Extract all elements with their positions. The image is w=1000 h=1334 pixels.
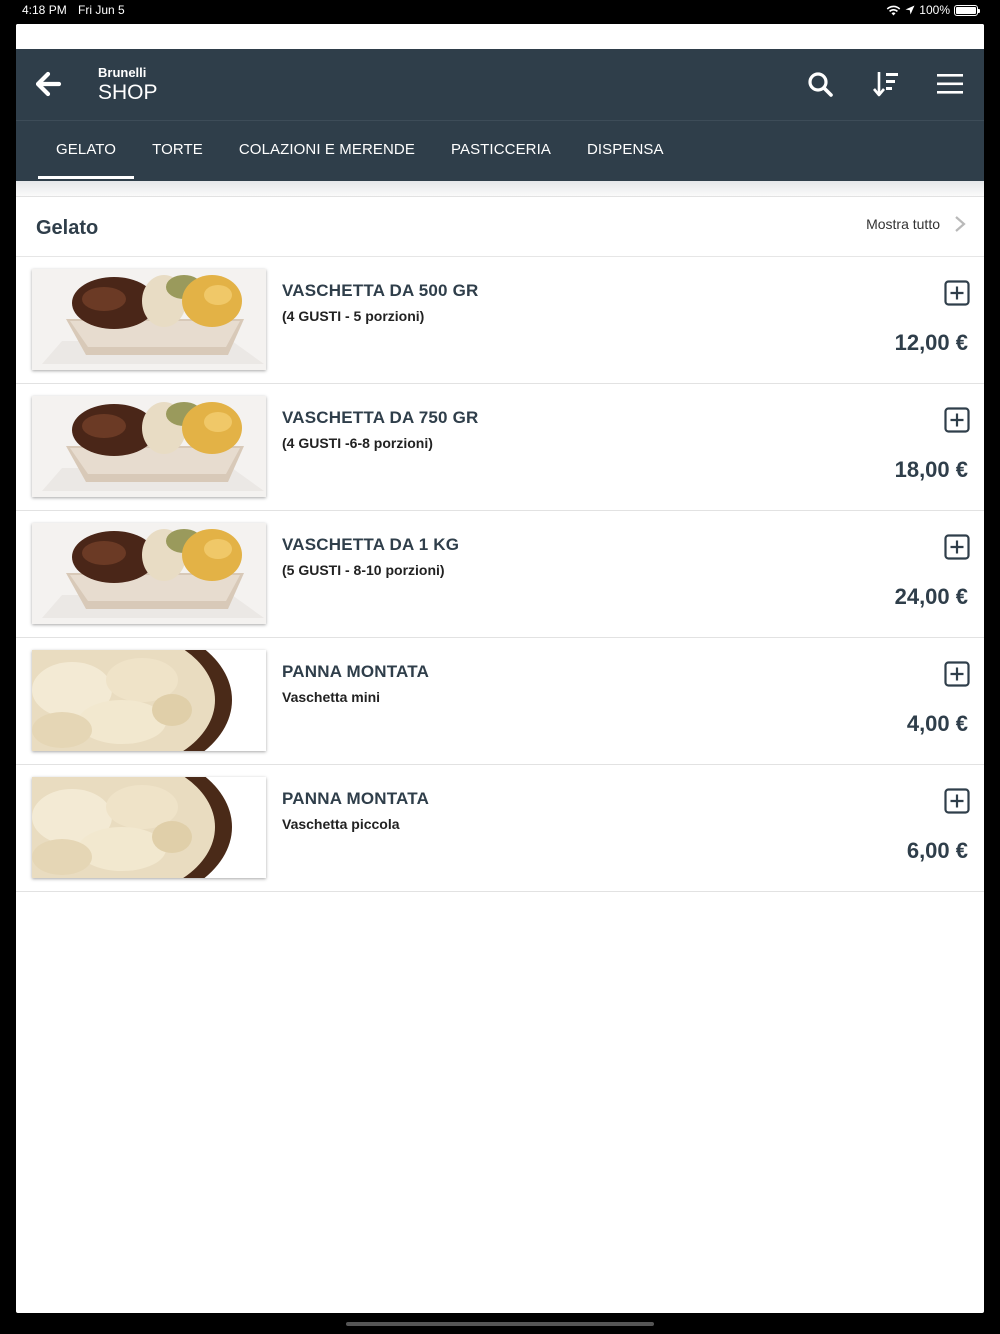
whipped-cream-image[interactable] xyxy=(32,777,266,878)
status-time: 4:18 PM xyxy=(22,3,67,17)
product-row[interactable]: VASCHETTA DA 1 KG (5 GUSTI - 8-10 porzio… xyxy=(16,511,984,638)
back-arrow-icon[interactable] xyxy=(36,71,62,97)
add-to-cart-icon[interactable] xyxy=(944,788,970,814)
product-description: (4 GUSTI - 5 porzioni) xyxy=(282,308,425,324)
tab-colazioni-e-merende[interactable]: COLAZIONI E MERENDE xyxy=(221,121,433,181)
show-all-label: Mostra tutto xyxy=(866,216,940,232)
brand-name: Brunelli xyxy=(98,65,147,80)
battery-percent: 100% xyxy=(919,3,950,17)
product-name: VASCHETTA DA 750 GR xyxy=(282,408,479,427)
product-description: (4 GUSTI -6-8 porzioni) xyxy=(282,435,433,451)
gelato-tub-image[interactable] xyxy=(32,396,266,497)
category-tabs: GELATO TORTE COLAZIONI E MERENDE PASTICC… xyxy=(16,120,984,181)
wifi-icon xyxy=(887,5,901,15)
add-to-cart-icon[interactable] xyxy=(944,661,970,687)
product-price: 12,00 € xyxy=(894,330,968,355)
tab-gelato[interactable]: GELATO xyxy=(38,121,135,181)
product-description: Vaschetta mini xyxy=(282,689,381,705)
status-date: Fri Jun 5 xyxy=(78,3,125,17)
product-name: PANNA MONTATA xyxy=(282,789,430,808)
add-to-cart-icon[interactable] xyxy=(944,280,970,306)
status-bar: 4:18 PM Fri Jun 5 100% xyxy=(0,0,1000,22)
sort-icon[interactable] xyxy=(872,70,900,98)
product-price: 18,00 € xyxy=(894,457,968,482)
product-row[interactable]: PANNA MONTATA Vaschetta mini 4,00 € xyxy=(16,638,984,765)
product-price: 24,00 € xyxy=(894,584,968,609)
location-icon xyxy=(905,5,915,15)
add-to-cart-icon[interactable] xyxy=(944,407,970,433)
gelato-tub-image[interactable] xyxy=(32,269,266,370)
status-right: 100% xyxy=(886,3,980,17)
search-icon[interactable] xyxy=(806,70,834,98)
section-title: Gelato xyxy=(36,217,99,239)
product-name: PANNA MONTATA xyxy=(282,662,430,681)
product-row[interactable]: PANNA MONTATA Vaschetta piccola 6,00 € xyxy=(16,765,984,892)
add-to-cart-icon[interactable] xyxy=(944,534,970,560)
tab-pasticceria[interactable]: PASTICCERIA xyxy=(433,121,569,181)
product-row[interactable]: VASCHETTA DA 750 GR (4 GUSTI -6-8 porzio… xyxy=(16,384,984,511)
battery-icon xyxy=(954,4,980,16)
app-screen: Brunelli SHOP GELATO TORTE COLAZIONI E M… xyxy=(16,24,984,1313)
header-shadow xyxy=(16,181,984,197)
top-strip xyxy=(16,24,984,49)
brand-shop: SHOP xyxy=(98,81,158,104)
chevron-right-icon xyxy=(955,216,966,232)
gelato-tub-image[interactable] xyxy=(32,523,266,624)
product-price: 4,00 € xyxy=(906,711,968,736)
show-all-link[interactable]: Mostra tutto xyxy=(866,215,966,233)
app-header: Brunelli SHOP xyxy=(16,49,984,120)
product-description: Vaschetta piccola xyxy=(282,816,400,832)
product-description: (5 GUSTI - 8-10 porzioni) xyxy=(282,562,445,578)
tab-torte[interactable]: TORTE xyxy=(134,121,221,181)
brand-logo: Brunelli SHOP xyxy=(98,65,158,105)
product-row[interactable]: VASCHETTA DA 500 GR (4 GUSTI - 5 porzion… xyxy=(16,257,984,384)
product-name: VASCHETTA DA 500 GR xyxy=(282,281,479,300)
section-header: Gelato Mostra tutto xyxy=(16,197,984,257)
menu-icon[interactable] xyxy=(936,70,964,98)
tab-dispensa[interactable]: DISPENSA xyxy=(569,121,682,181)
home-indicator[interactable] xyxy=(346,1322,654,1326)
product-price: 6,00 € xyxy=(906,838,968,863)
product-name: VASCHETTA DA 1 KG xyxy=(282,535,460,554)
whipped-cream-image[interactable] xyxy=(32,650,266,751)
